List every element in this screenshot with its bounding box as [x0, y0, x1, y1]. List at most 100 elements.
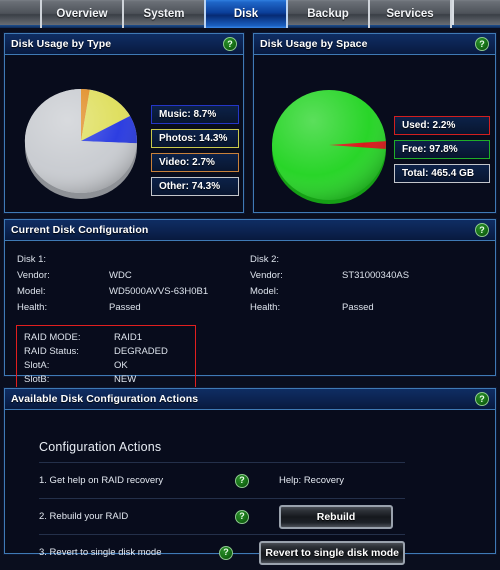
legend-label-used: Used: 2.2%	[402, 120, 456, 131]
legend-item-other[interactable]: Other: 74.3%	[151, 177, 239, 196]
disk1-health-label: Health:	[17, 301, 48, 313]
disk2-health-label: Health:	[250, 301, 281, 313]
panel-title-usage-by-type: Disk Usage by Type	[11, 38, 112, 50]
disk2-info: Disk 2: Vendor: ST31000340AS Model: Heal…	[250, 251, 409, 315]
pie-chart-space-svg	[272, 90, 387, 204]
panel-available-actions: Available Disk Configuration Actions ? C…	[4, 388, 496, 565]
raid-status-value: DEGRADED	[114, 345, 168, 357]
legend-label-music: Music: 8.7%	[159, 109, 217, 120]
tab-backup-label: Backup	[307, 8, 349, 20]
disk1-vendor-value: WDC	[109, 269, 132, 281]
disk2-heading-row: Disk 2:	[250, 251, 409, 267]
panel-current-disk-configuration: Current Disk Configuration ? Disk 1: Ven…	[4, 219, 496, 392]
legend-usage-by-space: Used: 2.2% Free: 97.8% Total: 465.4 GB	[394, 116, 490, 183]
legend-item-total[interactable]: Total: 465.4 GB	[394, 164, 490, 183]
action-help-cell-2: ?	[235, 509, 279, 524]
help-icon-glyph: ?	[239, 511, 245, 521]
action-target-rebuild: Rebuild	[279, 504, 405, 529]
disk1-info: Disk 1: Vendor: WDC Model: WD5000AVVS-63…	[17, 251, 208, 315]
action-label-help-recovery: 1. Get help on RAID recovery	[39, 475, 164, 486]
legend-usage-by-type: Music: 8.7% Photos: 14.3% Video: 2.7% Ot…	[151, 105, 239, 196]
rebuild-button[interactable]: Rebuild	[279, 504, 393, 529]
action-row-revert: 3. Revert to single disk mode ? Revert t…	[39, 534, 405, 570]
raid-slotb-label: SlotB:	[24, 373, 50, 385]
tab-system[interactable]: System	[122, 0, 206, 28]
disk1-health-row: Health: Passed	[17, 299, 208, 315]
raid-status-row: RAID Status: DEGRADED	[24, 344, 190, 358]
action-label-revert: 3. Revert to single disk mode	[39, 547, 162, 558]
help-icon[interactable]: ?	[475, 392, 489, 406]
tab-services-label: Services	[386, 8, 434, 20]
configuration-actions-list: 1. Get help on RAID recovery ? Help: Rec…	[39, 462, 405, 570]
help-icon[interactable]: ?	[475, 37, 489, 51]
pie-chart-usage-by-space	[265, 81, 393, 209]
tab-disk[interactable]: Disk	[204, 0, 288, 28]
help-icon[interactable]: ?	[235, 473, 249, 488]
disk1-heading-row: Disk 1:	[17, 251, 208, 267]
raid-slota-value: OK	[114, 359, 128, 371]
disk2-health-value: Passed	[342, 301, 374, 313]
help-icon[interactable]: ?	[223, 37, 237, 51]
disk1-heading: Disk 1:	[17, 253, 47, 265]
tab-bar-left-spacer	[0, 0, 42, 28]
raid-status-box: RAID MODE: RAID1 RAID Status: DEGRADED S…	[16, 325, 196, 392]
action-row-rebuild: 2. Rebuild your RAID ? Rebuild	[39, 498, 405, 534]
disk2-vendor-value: ST31000340AS	[342, 269, 410, 281]
help-icon-glyph: ?	[227, 38, 233, 49]
disk1-model-label: Model:	[17, 285, 46, 297]
panel-header-usage-by-space: Disk Usage by Space ?	[254, 34, 495, 55]
panel-title-available-actions: Available Disk Configuration Actions	[11, 393, 199, 405]
help-recovery-link[interactable]: Help: Recovery	[279, 475, 344, 486]
tab-backup[interactable]: Backup	[286, 0, 370, 28]
action-help-cell-3: ?	[218, 545, 259, 560]
disk1-health-value: Passed	[109, 301, 141, 313]
tab-overview[interactable]: Overview	[40, 0, 124, 28]
main-tab-bar: Overview System Disk Backup Services	[0, 0, 500, 28]
legend-label-photos: Photos: 14.3%	[159, 133, 228, 144]
action-target-revert: Revert to single disk mode	[259, 540, 405, 565]
tab-bar-right-spacer	[452, 0, 500, 28]
tab-system-label: System	[143, 8, 185, 20]
help-icon[interactable]: ?	[235, 509, 249, 524]
tab-disk-label: Disk	[233, 8, 259, 20]
action-target-help-recovery: Help: Recovery	[279, 475, 405, 486]
disk2-model-label: Model:	[250, 285, 279, 297]
disk1-vendor-row: Vendor: WDC	[17, 267, 208, 283]
help-icon[interactable]: ?	[475, 223, 489, 237]
configuration-actions-heading: Configuration Actions	[39, 440, 162, 454]
tab-services[interactable]: Services	[368, 0, 452, 28]
action-label-rebuild: 2. Rebuild your RAID	[39, 511, 129, 522]
action-help-cell-1: ?	[235, 473, 279, 488]
raid-slota-row: SlotA: OK	[24, 358, 190, 372]
disk2-vendor-label: Vendor:	[250, 269, 283, 281]
raid-mode-row: RAID MODE: RAID1	[24, 330, 190, 344]
disk2-heading: Disk 2:	[250, 253, 280, 265]
help-icon-glyph: ?	[479, 38, 485, 49]
legend-item-music[interactable]: Music: 8.7%	[151, 105, 239, 124]
panel-header-current-config: Current Disk Configuration ?	[5, 220, 495, 241]
disk2-health-row: Health: Passed	[250, 299, 409, 315]
legend-item-used[interactable]: Used: 2.2%	[394, 116, 490, 135]
pie-chart-type-svg	[24, 88, 137, 199]
action-row-help-recovery: 1. Get help on RAID recovery ? Help: Rec…	[39, 462, 405, 498]
legend-label-free: Free: 97.8%	[402, 144, 458, 155]
legend-item-photos[interactable]: Photos: 14.3%	[151, 129, 239, 148]
panel-title-current-config: Current Disk Configuration	[11, 224, 149, 236]
disk1-vendor-label: Vendor:	[17, 269, 50, 281]
panel-disk-usage-by-space: Disk Usage by Space ? Used: 2.2% Free: 9…	[253, 33, 496, 213]
legend-label-video: Video: 2.7%	[159, 157, 215, 168]
legend-label-total: Total: 465.4 GB	[402, 168, 475, 179]
panel-disk-usage-by-type: Disk Usage by Type ? Music: 8.7% Photos:…	[4, 33, 244, 213]
pie-chart-usage-by-type	[17, 75, 145, 205]
panel-header-available-actions: Available Disk Configuration Actions ?	[5, 389, 495, 410]
raid-slotb-row: SlotB: NEW	[24, 372, 190, 386]
tab-overview-label: Overview	[56, 8, 108, 20]
raid-mode-label: RAID MODE:	[24, 331, 81, 343]
help-icon[interactable]: ?	[218, 545, 233, 560]
raid-slota-label: SlotA:	[24, 359, 50, 371]
revert-to-single-disk-mode-button[interactable]: Revert to single disk mode	[259, 540, 405, 565]
legend-item-video[interactable]: Video: 2.7%	[151, 153, 239, 172]
help-icon-glyph: ?	[479, 393, 485, 404]
disk1-model-value: WD5000AVVS-63H0B1	[109, 285, 209, 297]
legend-item-free[interactable]: Free: 97.8%	[394, 140, 490, 159]
